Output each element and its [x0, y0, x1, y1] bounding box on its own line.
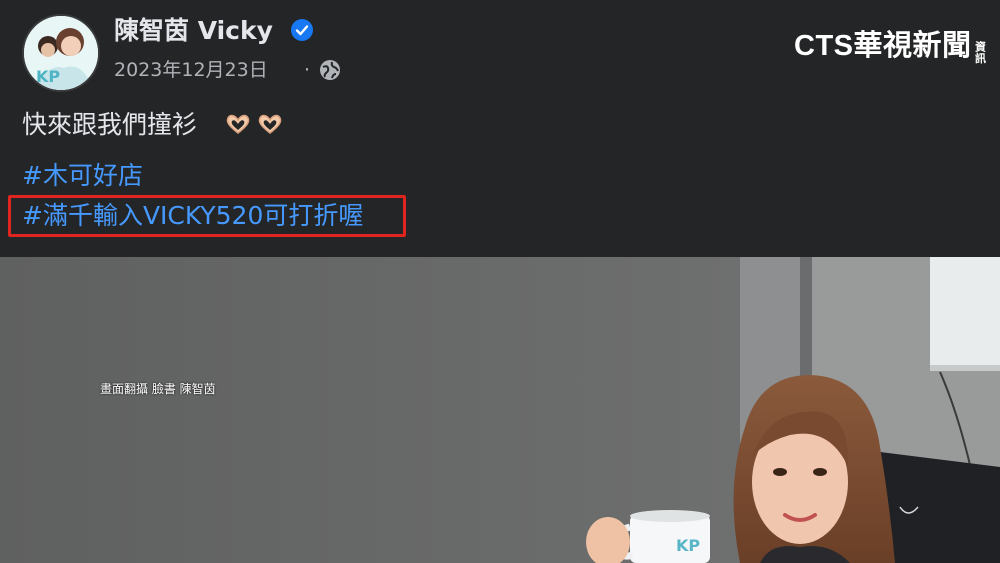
hashtag-link[interactable]: #木可好店 [22, 158, 143, 194]
meta-separator: · [304, 59, 311, 81]
author-name[interactable]: 陳智茵 Vicky [114, 14, 273, 48]
post-photo[interactable]: KP [0, 257, 1000, 563]
svg-text:KP: KP [36, 67, 60, 86]
avatar-image: KP [24, 16, 98, 90]
heart-hands-icon [258, 114, 282, 134]
verified-badge-icon [291, 19, 313, 41]
avatar[interactable]: KP [22, 14, 100, 92]
post-header: KP 陳智茵 Vicky 2023年12月23日 · 快來跟我們撞衫 #木可好店… [0, 0, 1000, 255]
channel-logo: CTS華視新聞 資訊 [794, 22, 986, 64]
channel-logo-text: CTS華視新聞 [794, 30, 972, 62]
emoji-group [224, 112, 284, 136]
photo-caption: 畫面翻攝 臉書 陳智茵 [100, 382, 216, 396]
photo-scene: KP [0, 257, 1000, 563]
post-text: 快來跟我們撞衫 [22, 110, 198, 139]
post-timestamp[interactable]: 2023年12月23日 [114, 56, 268, 84]
svg-text:KP: KP [676, 536, 700, 555]
heart-hands-icon [226, 114, 250, 134]
globe-icon[interactable] [318, 58, 342, 82]
highlight-annotation-box [8, 195, 406, 237]
channel-logo-side-text: 資訊 [973, 41, 986, 64]
